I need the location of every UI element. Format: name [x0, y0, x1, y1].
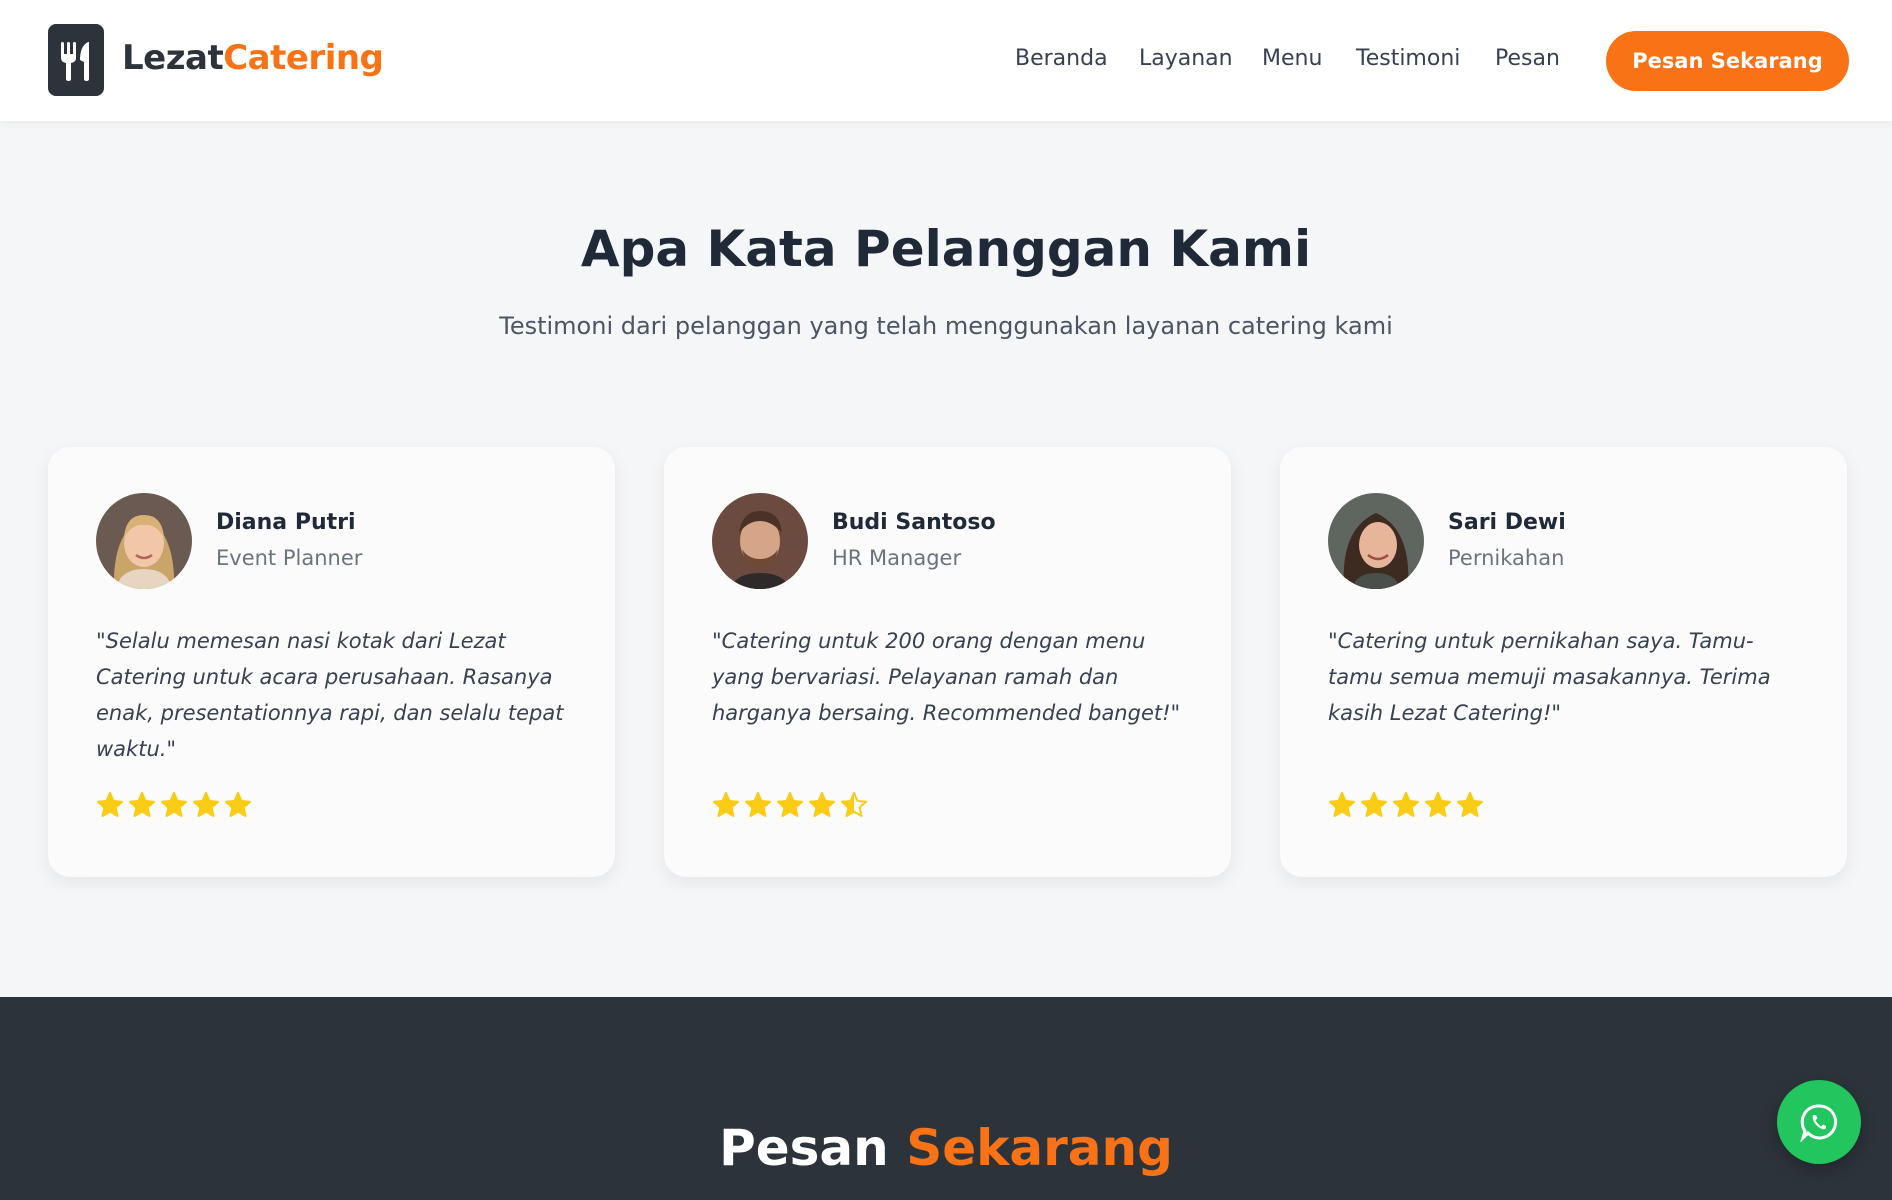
- testimonials-title: Apa Kata Pelanggan Kami: [580, 220, 1312, 278]
- star-icon: [225, 792, 251, 817]
- nav-item-layanan[interactable]: Layanan: [1139, 46, 1233, 71]
- brand-logo-text[interactable]: LezatCatering: [122, 38, 384, 78]
- star-icon: [1329, 792, 1355, 817]
- nav-item-menu[interactable]: Menu: [1262, 46, 1322, 71]
- customer-role: HR Manager: [832, 546, 962, 570]
- star-icon: [1361, 792, 1387, 817]
- utensils-icon[interactable]: [48, 24, 104, 96]
- star-icon: [129, 792, 155, 817]
- testimonial-quote: "Selalu memesan nasi kotak dari Lezat Ca…: [96, 629, 564, 761]
- brand-name-part2: Catering: [223, 38, 384, 78]
- star-icon: [193, 792, 219, 817]
- order-title-part1: Pesan: [719, 1119, 889, 1177]
- testimonials-subtitle: Testimoni dari pelanggan yang telah meng…: [499, 312, 1393, 340]
- star-half-icon: [841, 792, 867, 817]
- star-icon: [713, 792, 739, 817]
- star-icon: [97, 792, 123, 817]
- testimonial-quote: "Catering untuk pernikahan saya. Tamu-ta…: [1328, 629, 1771, 725]
- customer-name: Budi Santoso: [832, 510, 996, 535]
- brand-name-part1: Lezat: [122, 38, 224, 78]
- star-icon: [745, 792, 771, 817]
- customer-role: Event Planner: [216, 546, 363, 570]
- customer-name: Diana Putri: [216, 510, 356, 535]
- avatar: [712, 493, 808, 589]
- avatar: [1328, 493, 1424, 589]
- nav-item-testimoni[interactable]: Testimoni: [1356, 46, 1460, 71]
- testimonial-quote: "Catering untuk 200 orang dengan menu ya…: [712, 629, 1181, 725]
- avatar: [96, 493, 192, 589]
- star-icon: [1425, 792, 1451, 817]
- star-rating: [712, 791, 868, 819]
- star-rating: [1328, 791, 1484, 819]
- order-now-button[interactable]: Pesan Sekarang: [1606, 31, 1849, 91]
- nav-item-beranda[interactable]: Beranda: [1015, 46, 1108, 71]
- order-section: Pesan Sekarang: [0, 997, 1892, 1200]
- star-icon: [1457, 792, 1483, 817]
- nav-item-pesan[interactable]: Pesan: [1495, 46, 1560, 71]
- site-header: LezatCatering Beranda Layanan Menu Testi…: [0, 0, 1892, 121]
- order-section-title: Pesan Sekarang: [0, 1119, 1892, 1177]
- order-title-part2: Sekarang: [906, 1119, 1173, 1177]
- testimonial-card: Diana Putri Event Planner "Selalu memesa…: [48, 447, 615, 877]
- customer-role: Pernikahan: [1448, 546, 1565, 570]
- star-rating: [96, 791, 252, 819]
- star-icon: [809, 792, 835, 817]
- whatsapp-icon[interactable]: [1777, 1080, 1861, 1164]
- star-icon: [1393, 792, 1419, 817]
- star-icon: [161, 792, 187, 817]
- testimonial-card: Budi Santoso HR Manager "Catering untuk …: [664, 447, 1231, 877]
- customer-name: Sari Dewi: [1448, 510, 1566, 535]
- testimonial-card: Sari Dewi Pernikahan "Catering untuk per…: [1280, 447, 1847, 877]
- star-icon: [777, 792, 803, 817]
